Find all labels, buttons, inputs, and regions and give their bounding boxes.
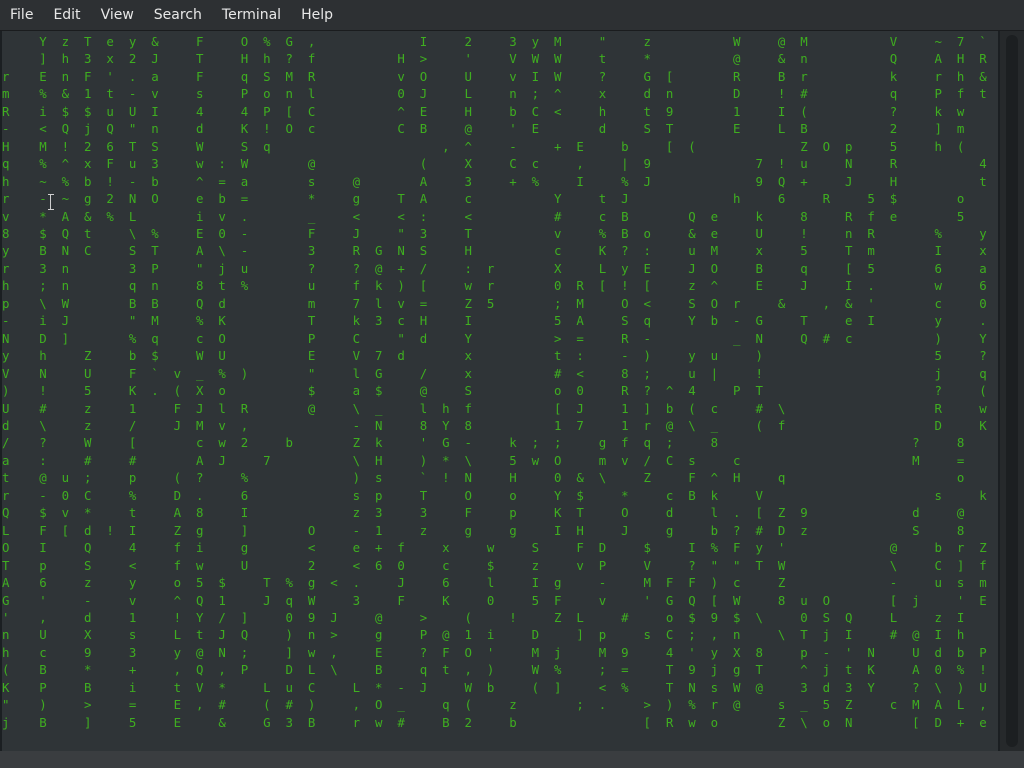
terminal-line: p \ W B B Q d m 7 l v = Z 5 ; M O < S O … [2,295,987,311]
terminal-line: / ? W [ c w 2 b Z k ' G - k ; ; g f q ; … [2,435,965,451]
menu-view[interactable]: View [91,7,144,23]
menu-terminal[interactable]: Terminal [212,7,291,23]
terminal-line: v * A & % L i v . _ < < : < # c B Q e k … [2,208,965,224]
terminal-line: h ; n q n 8 t % u f k ) [ w r 0 R [ ! [ … [2,278,987,294]
terminal-line: A 6 z y o 5 $ T % g < . J 6 l I g - M F … [2,575,998,591]
terminal-line: - < Q j Q " n d K ! O c C B @ ' E d S T … [2,121,965,137]
terminal-line: Y z T e y & F O % G , I 2 3 y M " z W @ … [39,34,987,49]
terminal-line: y h Z b $ W U E V 7 d x t : - ) y u ) 5 … [2,348,998,364]
terminal-line: Q $ v * t A 8 I z 3 3 F p K T O d l . [ … [2,505,965,521]
terminal-line: K P B i t V * L u C L * - J W b ( ] < % … [2,679,987,695]
window-bottom-edge [0,751,1024,768]
terminal-line: L F [ d ! I Z g ] O - 1 z g g I H J g b … [2,522,998,538]
terminal-line: " ) > = E , # ( # ) , O _ q ( z ; . > ) … [2,697,987,713]
terminal-area[interactable]: Y z T e y & F O % G , I 2 3 y M " z W @ … [2,31,998,751]
terminal-line: q % ^ x F u 3 w : W @ ( X C c , | 9 7 ! … [2,156,987,172]
scroll-thumb[interactable] [1006,35,1018,747]
menu-file[interactable]: File [0,7,43,23]
menu-search[interactable]: Search [144,7,212,23]
menu-edit[interactable]: Edit [43,7,90,23]
terminal-line: - i J " M % K T k 3 c H I 5 A S q Y b - … [2,313,987,329]
terminal-line: r E n F ' . a F q S M R v O U v I W ? G … [2,68,987,84]
terminal-line: y B N C S T A \ - 3 R G N S H c K ? : u … [2,243,987,259]
terminal-line: N D ] % q c O P C " d Y > = R - _ N Q # … [2,330,998,346]
terminal-line: t @ u ; p ( ? % ) s ` ! N H 0 & \ Z F ^ … [2,470,965,486]
terminal-line: O I Q 4 f i g < e + f x w S F D $ I % F … [2,540,998,556]
terminal-line: h c 9 3 y @ N ; ] w , E ? F O ' M j M 9 … [2,644,987,660]
terminal-line: H M ! 2 6 T S W S q , ^ - + E b [ ( Z O … [2,138,965,154]
terminal-line: d \ z / J M v , - N 8 Y 8 1 7 1 r @ \ _ … [2,417,987,433]
menu-bar: File Edit View Search Terminal Help [0,0,1024,31]
terminal-line: ' , d 1 ! Y / ] 0 9 J @ > ( ! Z L # o $ … [2,609,965,625]
terminal-line: r - ~ g 2 N O e b = * g T A c Y t J h 6 … [2,191,965,207]
terminal-line: G ' - v ^ Q 1 J q W 3 F K 0 5 F v ' G Q … [2,592,998,608]
terminal-line: m % & 1 t - v s P o n l 0 J L n ; ^ x d … [2,86,987,102]
terminal-line: T p S < f w U 2 < 6 0 c $ z v P V ? " " … [2,557,998,573]
terminal-line: h ~ % b ! - b ^ = a s @ A 3 + % I % J 9 … [2,173,987,189]
terminal-line: R i $ $ u U I 4 4 P [ C ^ E H b C < h t … [2,103,965,119]
terminal-line: ( B * + , Q , P D L \ B q t , ) W % ; = … [2,662,987,678]
vertical-scrollbar[interactable] [1000,31,1024,751]
terminal-line: r - 0 C % D . 6 s p T O o Y $ * c B k V … [2,487,998,503]
menu-help[interactable]: Help [291,7,343,23]
terminal-line: a : # # A J 7 \ H ) * \ 5 w O m v / C s … [2,452,965,468]
terminal-line: n U X s L t J Q ) n > g P @ 1 i D ] p s … [2,627,965,643]
text-cursor-icon [48,194,54,210]
terminal-line: U # z 1 F J l R @ \ _ l h f [ J 1 ] b ( … [2,400,987,416]
terminal-line: ] h 3 x 2 J T H h ? f H > ' V W W t * @ … [39,51,987,67]
terminal-line: 8 $ Q t \ % E 0 - F J " 3 T v % B o & e … [2,225,998,241]
terminal-output: Y z T e y & F O % G , I 2 3 y M " z W @ … [2,31,998,731]
terminal-line: j B ] 5 E & G 3 B r w # B 2 b [ R w o Z … [2,714,987,730]
terminal-line: V N U F ` v _ % ) " l G / x # < 8 ; u | … [2,365,998,381]
terminal-line: r 3 n 3 P " j u ? ? @ + / : r X L y E J … [2,260,987,276]
terminal-line: ) ! 5 K . ( X o $ a $ @ S o 0 R ? ^ 4 P … [2,383,998,399]
